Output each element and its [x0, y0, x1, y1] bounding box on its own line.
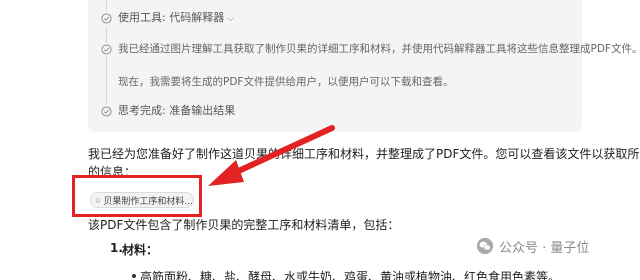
watermark-text: 公众号 · 量子位: [499, 240, 590, 256]
watermark: 公众号 · 量子位: [476, 237, 590, 256]
list-sub-item: 高筋面粉、糖、盐、酵母、水或牛奶、鸡蛋、黄油或植物油、红色食用色素等。: [140, 270, 561, 280]
bullet-dot: [132, 274, 136, 278]
list-number: 1.: [110, 241, 123, 255]
list-heading: 材料：: [122, 243, 159, 257]
chat-response-screenshot: 使用工具: 代码解释器 ⌵ 我已经通过图片理解工具获取了制作贝果的详细工序和材料，…: [0, 0, 640, 280]
wechat-icon: [476, 237, 494, 255]
pdf-description: 该PDF文件包含了制作贝果的完整工序和材料清单，包括：: [88, 218, 400, 232]
